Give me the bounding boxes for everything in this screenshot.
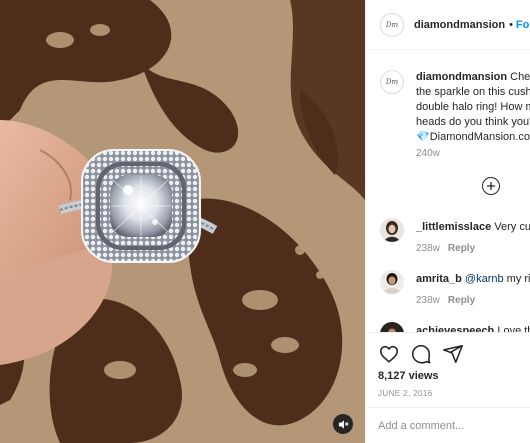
reply-button[interactable]: Reply [448, 243, 475, 254]
load-more-comments-button[interactable] [482, 177, 500, 195]
post-side-panel: Dm diamondmansion • Follow Dm diamondman… [365, 0, 530, 443]
plus-icon [487, 182, 495, 190]
reply-button[interactable]: Reply [448, 295, 475, 306]
comment-text: my ring [506, 273, 530, 285]
view-count[interactable]: 8,127 views [378, 370, 439, 382]
add-comment-bar [366, 407, 530, 443]
brand-logo: Dm [385, 78, 399, 86]
caption-username[interactable]: diamondmansion [416, 71, 507, 83]
caption-link[interactable]: 💎DiamondMansion.com [416, 131, 530, 143]
comment-timestamp[interactable]: 238w [416, 243, 440, 254]
post-header: Dm diamondmansion • Follow [366, 0, 530, 50]
share-icon[interactable] [442, 343, 464, 365]
avatar[interactable] [380, 218, 404, 242]
comment-mention[interactable]: @karnb [465, 273, 504, 285]
comment-timestamp[interactable]: 238w [416, 295, 440, 306]
brand-logo: Dm [385, 20, 399, 29]
heart-icon[interactable] [378, 343, 400, 365]
caption-timestamp[interactable]: 240w [416, 148, 440, 159]
ring-photo [0, 0, 365, 443]
post-date[interactable]: JUNE 2, 2016 [378, 389, 433, 398]
mute-button[interactable] [333, 414, 353, 434]
comment-username[interactable]: amrita_b [416, 273, 462, 285]
comment-body: amrita_b @karnb my ring [416, 273, 530, 285]
caption-avatar[interactable]: Dm [380, 70, 404, 94]
post-video[interactable] [0, 0, 365, 443]
comment-username[interactable]: _littlemisslace [416, 221, 491, 233]
header-username[interactable]: diamondmansion [414, 19, 505, 31]
comment-meta: 238w Reply [416, 295, 475, 306]
comment-icon[interactable] [410, 343, 432, 365]
comment-meta: 238w Reply [416, 243, 475, 254]
avatar[interactable]: Dm [380, 12, 404, 37]
caption: Dm diamondmansion Check out the sparkle … [380, 70, 530, 159]
header-separator: • [509, 18, 513, 31]
avatar[interactable] [380, 270, 404, 294]
comment-body: _littlemisslace Very cute [416, 221, 530, 233]
caption-text-block: diamondmansion Check out the sparkle on … [416, 70, 530, 145]
muted-speaker-icon [338, 419, 348, 429]
follow-button[interactable]: Follow [516, 19, 530, 31]
post-actions: 8,127 views JUNE 2, 2016 [366, 332, 530, 443]
comment-text: Very cute [494, 221, 530, 233]
action-icons [378, 343, 464, 365]
comment-input[interactable] [378, 420, 528, 432]
ring-head [81, 149, 201, 263]
